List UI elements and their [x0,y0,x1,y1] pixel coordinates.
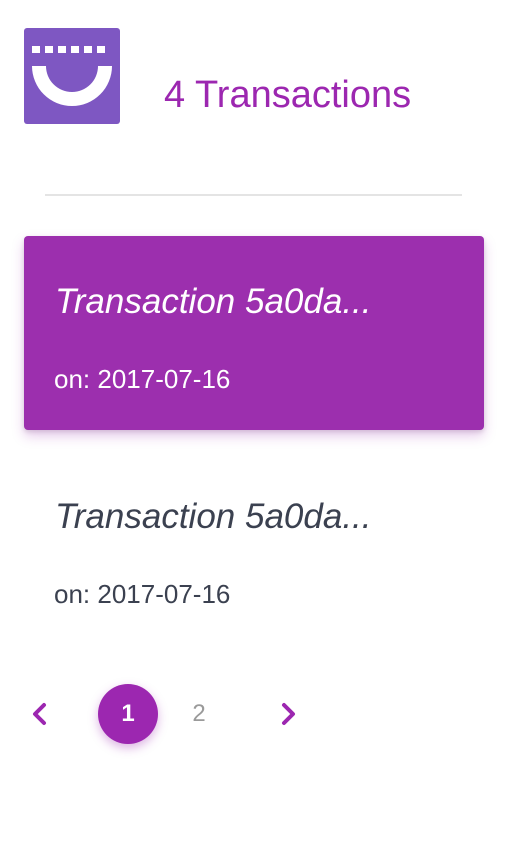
page-button-2[interactable]: 2 [169,684,229,744]
smile-logo-icon [24,28,120,124]
chevron-right-icon [282,703,295,725]
transaction-title: Transaction 5a0da... [55,282,372,321]
page-button-1[interactable]: 1 [98,684,158,744]
transaction-title: Transaction 5a0da... [55,497,372,536]
chevron-left-icon [33,703,46,725]
divider [45,194,462,196]
next-page-button[interactable] [272,698,304,730]
transaction-date: on: 2017-07-16 [54,364,231,394]
transaction-card[interactable]: Transaction 5a0da... on: 2017-07-16 [24,451,484,645]
page-title: 4 Transactions [164,74,412,116]
app-logo [24,28,120,124]
transaction-date: on: 2017-07-16 [54,579,231,609]
prev-page-button[interactable] [24,698,56,730]
transaction-card-selected[interactable]: Transaction 5a0da... on: 2017-07-16 [24,236,484,430]
pagination: 1 2 [0,684,510,744]
